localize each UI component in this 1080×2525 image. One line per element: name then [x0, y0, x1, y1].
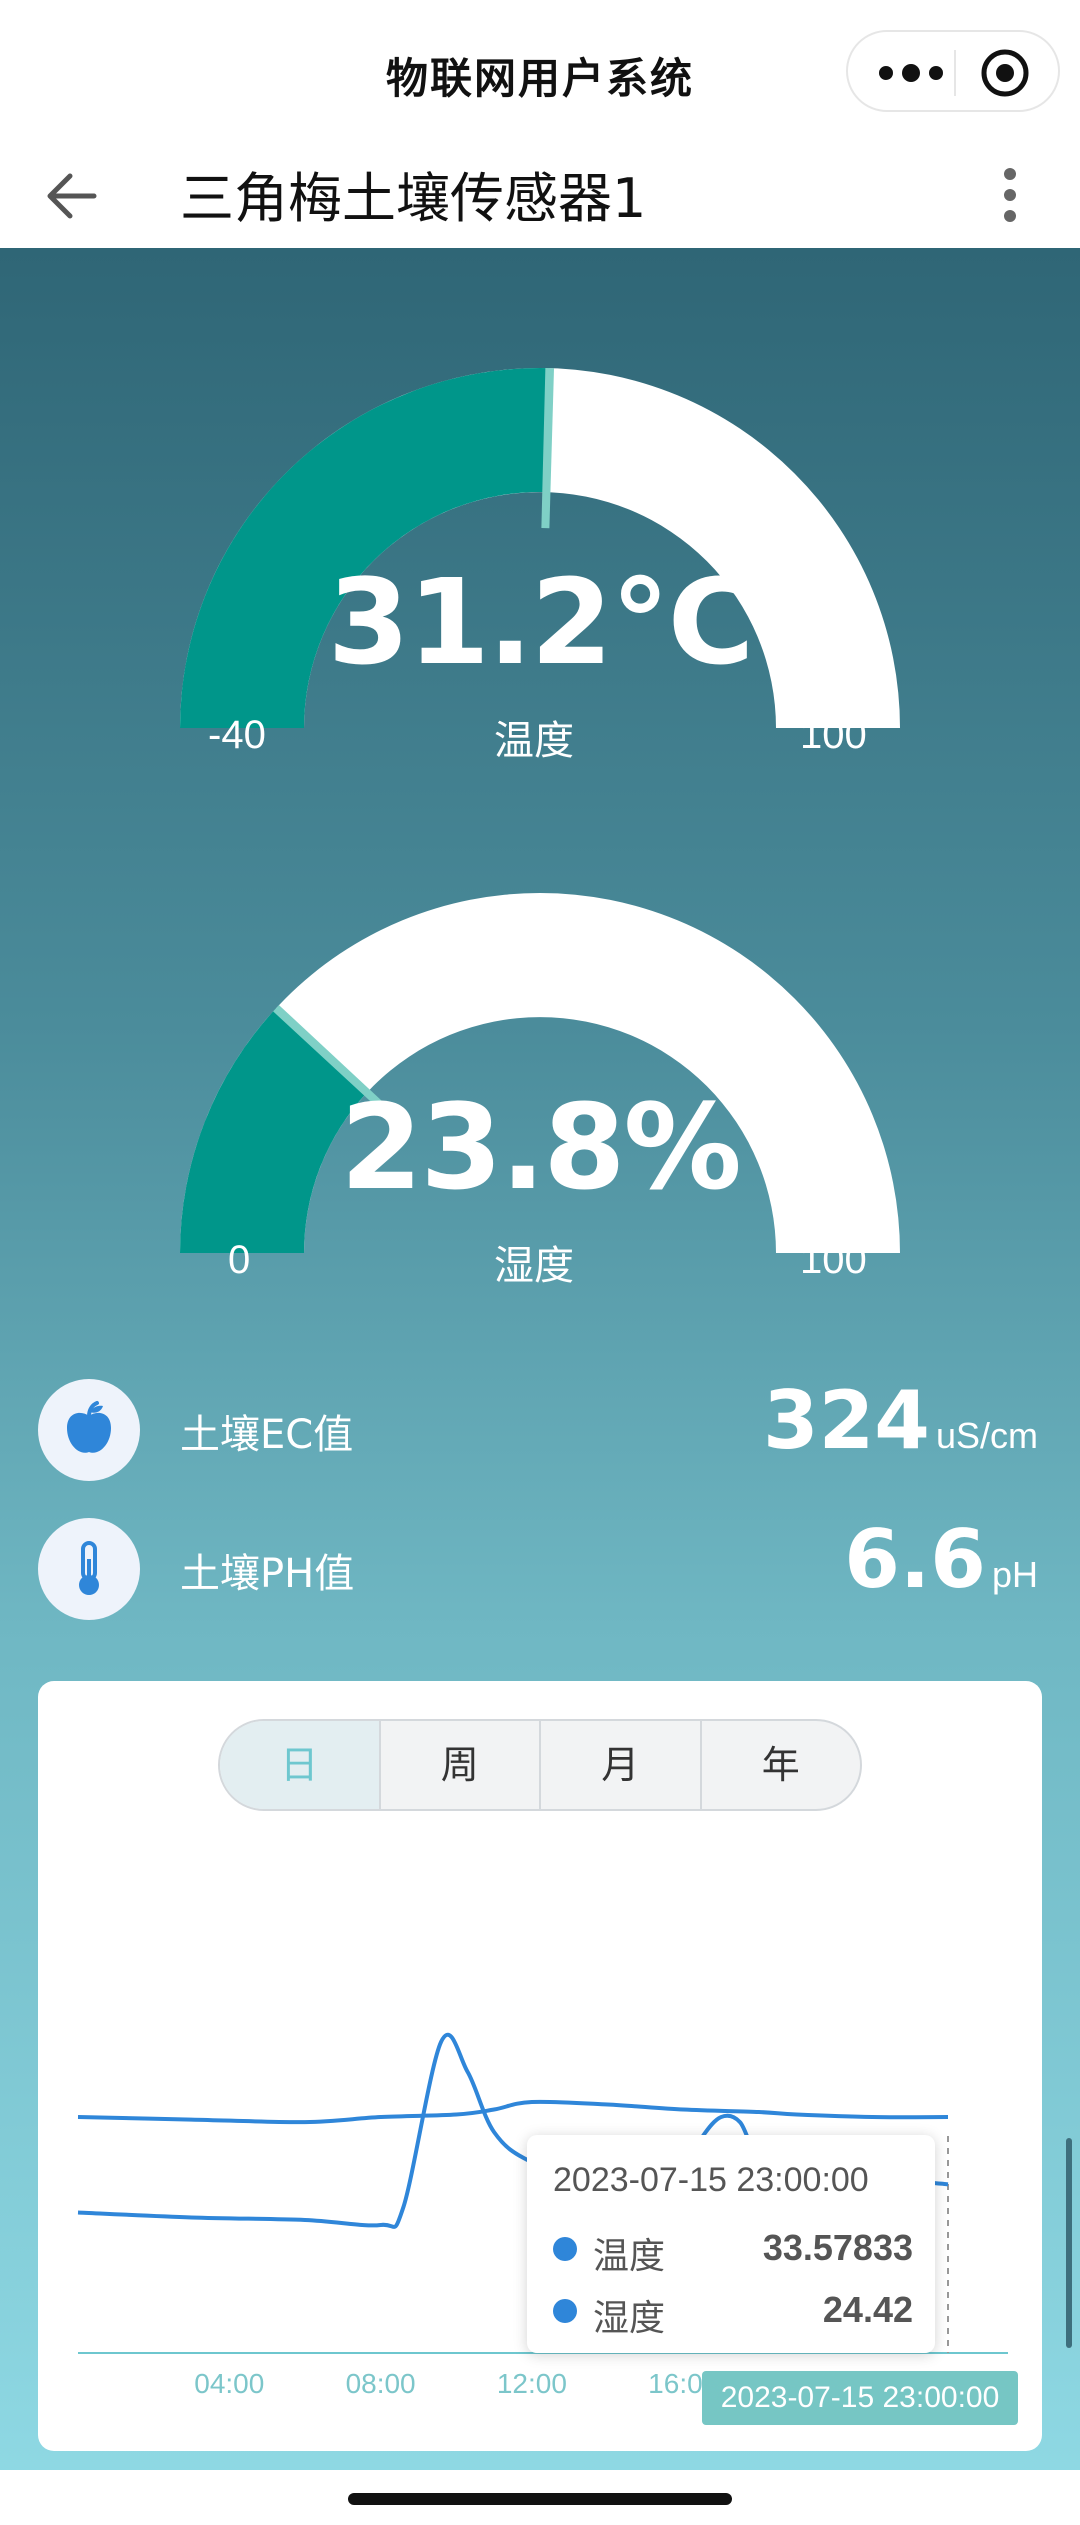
ec-value-group: 324 uS/cm: [763, 1374, 1038, 1467]
ph-unit: pH: [991, 1554, 1038, 1595]
temperature-value: 31.2°C: [327, 553, 755, 691]
tooltip-time: 2023-07-15 23:00:00: [553, 2161, 869, 2199]
series-dot: [553, 2299, 577, 2323]
scrollbar[interactable]: [1066, 2138, 1072, 2348]
back-arrow-icon[interactable]: [42, 168, 102, 224]
ph-label: 土壤PH值: [180, 1551, 355, 1597]
x-tick-label: 04:00: [194, 2368, 264, 2399]
ec-value: 324: [762, 1374, 930, 1467]
thermometer-icon: [79, 1541, 99, 1595]
vertical-more-icon[interactable]: [990, 160, 1030, 230]
metric-row-ph: 土壤PH值 6.6 pH: [0, 1513, 1080, 1623]
humidity-max: 100: [800, 1238, 867, 1282]
x-tick-label: 12:00: [497, 2368, 567, 2399]
tooltip-row-temperature: 温度 33.57833: [553, 2223, 913, 2277]
mini-program-bar: 物联网用户系统: [0, 0, 1080, 140]
x-tick-labels: 04:00 08:00 12:00 16:00: [194, 2368, 718, 2399]
page-title: 三角梅土壤传感器1: [180, 167, 647, 230]
temperature-max: 100: [800, 713, 867, 757]
history-chart-card: 日 周 月 年 04:00 08:00 12:00 16:00 2023-07-15 …: [38, 1681, 1042, 2451]
tooltip-series-value: 24.42: [822, 2289, 913, 2330]
humidity-min: 0: [228, 1238, 251, 1282]
tooltip-series-name: 湿度: [593, 2298, 666, 2339]
humidity-value: 23.8%: [340, 1078, 741, 1216]
ph-icon-badge: [38, 1518, 140, 1620]
apple-icon: [67, 1401, 111, 1453]
tooltip-series-value: 33.57833: [762, 2227, 913, 2268]
tooltip-series-name: 温度: [593, 2236, 666, 2277]
chart-tooltip: 2023-07-15 23:00:00 温度 33.57833 湿度 24.42: [527, 2135, 935, 2353]
axis-pointer-label: 2023-07-15 23:00:00: [702, 2371, 1018, 2425]
capsule-divider: [954, 50, 956, 96]
capsule-menu[interactable]: [846, 30, 1060, 112]
home-indicator[interactable]: [348, 2493, 732, 2505]
ec-unit: uS/cm: [935, 1415, 1038, 1456]
nav-header: 三角梅土壤传感器1: [0, 140, 1080, 248]
metric-row-ec: 土壤EC值 324 uS/cm: [0, 1374, 1080, 1484]
tooltip-row-humidity: 湿度 24.42: [553, 2285, 913, 2339]
humidity-label: 湿度: [494, 1243, 574, 1289]
ec-icon-badge: [38, 1379, 140, 1481]
temperature-min: -40: [208, 713, 266, 757]
series-dot: [553, 2237, 577, 2261]
more-dots-icon[interactable]: [876, 58, 946, 88]
x-tick-label: 08:00: [346, 2368, 416, 2399]
temperature-label: 温度: [494, 718, 574, 764]
ph-value: 6.6: [844, 1513, 986, 1606]
ph-value-group: 6.6 pH: [844, 1513, 1038, 1606]
close-target-icon[interactable]: [978, 46, 1032, 100]
temperature-gauge: 31.2°C -40 温度 100: [0, 308, 1080, 778]
humidity-gauge: 23.8% 0 湿度 100: [0, 833, 1080, 1303]
ec-label: 土壤EC值: [180, 1412, 354, 1458]
series-line-temperature: [77, 2099, 949, 2125]
